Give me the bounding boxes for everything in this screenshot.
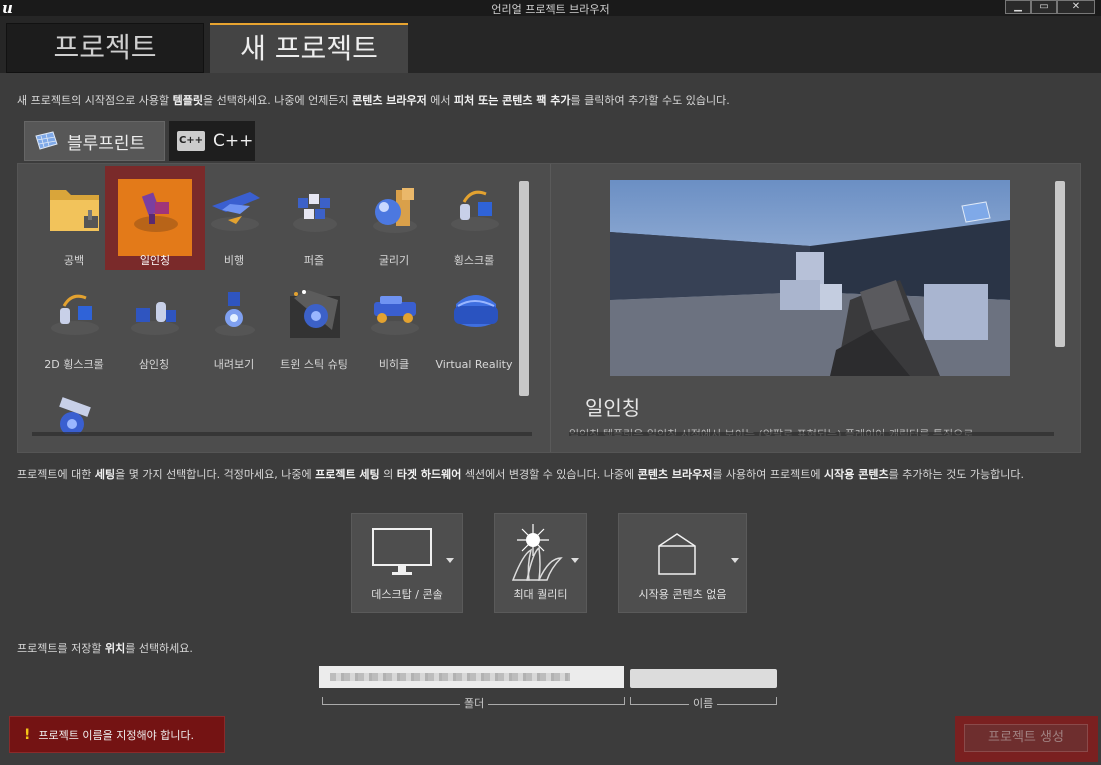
location-bold-1: 위치 — [104, 642, 126, 655]
quality-icon — [511, 524, 563, 581]
twin-stick-icon — [290, 290, 340, 338]
template-intro-text: 새 프로젝트의 시작점으로 사용할 템플릿을 선택하세요. 나중에 언제든지 콘… — [17, 92, 730, 108]
error-message: 프로젝트 이름을 지정해야 합니다. — [38, 728, 195, 742]
vehicle-icon — [371, 296, 419, 335]
tab-cpp[interactable]: C++ C++ — [169, 121, 255, 161]
settings-bold-2: 프로젝트 세팅 — [315, 468, 380, 481]
blueprint-icon — [35, 131, 58, 150]
flying-icon — [211, 192, 260, 231]
graphics-quality-dropdown[interactable]: 최대 퀄리티 — [494, 513, 587, 613]
settings-bold-5: 시작용 콘텐츠 — [824, 468, 889, 481]
tab-blueprint[interactable]: 블루프린트 — [24, 121, 165, 161]
vr-headset-icon — [454, 295, 498, 327]
settings-text-3: 의 — [379, 468, 397, 481]
intro-bold-3: 피처 또는 콘텐츠 팩 추가 — [454, 94, 571, 107]
2d-side-scroller-icon — [51, 294, 99, 335]
settings-text-6: 를 추가하는 것도 가능합니다. — [888, 468, 1025, 481]
location-text-2: 를 선택하세요. — [125, 642, 193, 655]
folder-label: 폴더 — [460, 695, 489, 711]
error-notification: ! 프로젝트 이름을 지정해야 합니다. — [9, 716, 225, 753]
preview-title: 일인칭 — [585, 396, 641, 420]
first-person-icon — [134, 192, 178, 232]
puzzle-icon — [293, 194, 337, 232]
name-label: 이름 — [689, 695, 718, 711]
tab-blueprint-label: 블루프린트 — [67, 133, 146, 154]
title-bar: u 언리얼 프로젝트 브라우저 ▁ ▭ ✕ — [0, 0, 1101, 16]
template-side-scroller[interactable]: 횡스크롤 — [424, 166, 524, 270]
template-grid-scrollbar[interactable] — [519, 181, 529, 396]
panel-divider — [550, 164, 551, 452]
starter-content-dropdown[interactable]: 시작용 콘텐츠 없음 — [618, 513, 747, 613]
folder-icon — [50, 190, 99, 231]
settings-text-1: 프로젝트에 대한 — [17, 468, 95, 481]
graphics-quality-label: 최대 퀄리티 — [513, 588, 568, 601]
chevron-down-icon — [731, 558, 739, 563]
vehicle-advanced-icon — [59, 397, 91, 434]
location-instruction-text: 프로젝트를 저장할 위치를 선택하세요. — [17, 640, 193, 656]
window-controls: ▁ ▭ ✕ — [1005, 0, 1095, 14]
folder-path-redacted — [330, 673, 570, 681]
target-hardware-label: 데스크탑 / 콘솔 — [371, 588, 443, 601]
starter-content-label: 시작용 콘텐츠 없음 — [638, 588, 727, 601]
window-title: 언리얼 프로젝트 브라우저 — [491, 3, 610, 16]
main-tab-bar: 프로젝트 새 프로젝트 — [0, 16, 1101, 73]
tab-new-project[interactable]: 새 프로젝트 — [210, 23, 408, 73]
intro-bold-2: 콘텐츠 브라우저 — [352, 94, 427, 107]
target-hardware-dropdown[interactable]: 데스크탑 / 콘솔 — [351, 513, 463, 613]
create-project-button[interactable]: 프로젝트 생성 — [964, 724, 1088, 752]
monitor-icon — [372, 528, 432, 575]
template-label: Virtual Reality — [435, 358, 513, 371]
template-virtual-reality[interactable]: Virtual Reality — [424, 270, 524, 374]
intro-bold-1: 템플릿 — [172, 94, 204, 107]
warning-icon: ! — [24, 726, 31, 743]
intro-text-3: 에서 — [426, 94, 454, 107]
new-project-content: 새 프로젝트의 시작점으로 사용할 템플릿을 선택하세요. 나중에 언제든지 콘… — [0, 73, 1101, 765]
side-scroller-icon — [451, 190, 499, 231]
settings-bold-4: 콘텐츠 브라우저 — [637, 468, 713, 481]
template-grid: 공백 일인칭 비행 퍼즐 굴리기 횡스크롤 2D 횡스크롤 삼인칭 내려보기 트… — [18, 164, 538, 434]
template-panel: 공백 일인칭 비행 퍼즐 굴리기 횡스크롤 2D 횡스크롤 삼인칭 내려보기 트… — [17, 163, 1081, 453]
template-preview-image — [610, 180, 1010, 376]
maximize-button[interactable]: ▭ — [1031, 0, 1057, 14]
location-text-1: 프로젝트를 저장할 — [17, 642, 105, 655]
settings-bold-3: 타겟 하드웨어 — [396, 468, 462, 481]
template-label: 횡스크롤 — [453, 254, 495, 267]
create-project-button-frame: 프로젝트 생성 — [955, 716, 1098, 762]
preview-fade — [569, 432, 1054, 436]
settings-text-5: 를 사용하여 프로젝트에 — [712, 468, 825, 481]
preview-scrollbar[interactable] — [1055, 181, 1065, 347]
settings-bold-1: 세팅 — [94, 468, 116, 481]
settings-text-2: 을 몇 가지 선택합니다. 걱정마세요, 나중에 — [115, 468, 316, 481]
minimize-button[interactable]: ▁ — [1005, 0, 1031, 14]
close-button[interactable]: ✕ — [1057, 0, 1095, 14]
cpp-icon: C++ — [177, 131, 205, 151]
settings-intro-text: 프로젝트에 대한 세팅을 몇 가지 선택합니다. 걱정마세요, 나중에 프로젝트… — [17, 468, 1077, 482]
tab-cpp-label: C++ — [213, 131, 254, 151]
tab-projects[interactable]: 프로젝트 — [6, 23, 204, 73]
template-grid-fade — [32, 432, 532, 436]
intro-text-2: 을 선택하세요. 나중에 언제든지 — [203, 94, 353, 107]
empty-box-icon — [658, 533, 696, 575]
project-name-field[interactable] — [630, 669, 777, 688]
settings-text-4: 섹션에서 변경할 수 있습니다. 나중에 — [461, 468, 638, 481]
chevron-down-icon — [446, 558, 454, 563]
template-vehicle-advanced[interactable] — [24, 374, 124, 434]
top-down-icon — [215, 292, 255, 336]
intro-text-4: 를 클릭하여 추가할 수도 있습니다. — [570, 94, 730, 107]
third-person-icon — [131, 302, 179, 335]
rolling-icon — [373, 188, 417, 233]
chevron-down-icon — [571, 558, 579, 563]
intro-text-1: 새 프로젝트의 시작점으로 사용할 — [17, 94, 173, 107]
